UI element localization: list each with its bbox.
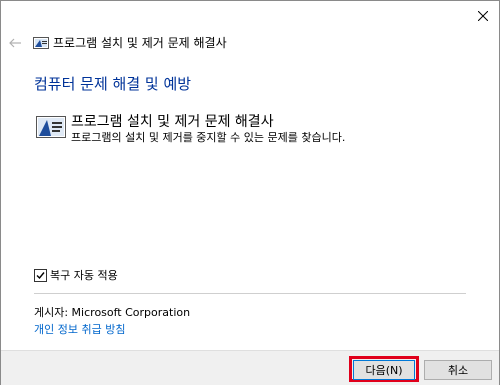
divider (34, 293, 466, 294)
privacy-link[interactable]: 개인 정보 취급 방침 (34, 321, 125, 337)
auto-apply-option[interactable]: 복구 자동 적용 (34, 267, 118, 283)
header-title: 프로그램 설치 및 제거 문제 해결사 (53, 36, 227, 50)
troubleshooter-large-icon (36, 116, 66, 138)
close-icon (478, 11, 488, 21)
troubleshooter-description: 프로그램의 설치 및 제거를 중지할 수 있는 문제를 찾습니다. (71, 131, 346, 144)
section-heading: 컴퓨터 문제 해결 및 예방 (34, 75, 192, 93)
auto-apply-label: 복구 자동 적용 (50, 269, 118, 282)
back-arrow-icon (9, 38, 21, 48)
auto-apply-checkbox[interactable] (34, 268, 47, 282)
troubleshooter-window: 프로그램 설치 및 제거 문제 해결사 컴퓨터 문제 해결 및 예방 프로그램 … (0, 0, 500, 385)
troubleshooter-icon (33, 37, 49, 49)
close-button[interactable] (467, 1, 499, 31)
troubleshooter-title: 프로그램 설치 및 제거 문제 해결사 (71, 114, 274, 130)
title-bar (1, 1, 499, 31)
back-button[interactable] (5, 33, 25, 53)
header-row: 프로그램 설치 및 제거 문제 해결사 (1, 31, 499, 55)
footer-bar: 다음(N) 취소 (1, 350, 499, 385)
checkmark-icon (36, 271, 45, 279)
cancel-button[interactable]: 취소 (424, 360, 492, 380)
publisher-text: 게시자: Microsoft Corporation (34, 306, 191, 319)
next-button[interactable]: 다음(N) (353, 360, 415, 380)
